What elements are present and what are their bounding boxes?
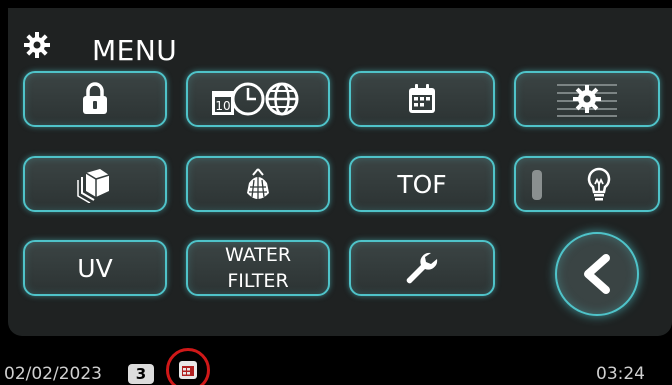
title-bar: MENU [8, 8, 672, 67]
lock-icon [83, 82, 107, 114]
uv-button[interactable]: UV [23, 240, 167, 296]
calendar-clock-globe-icon: 10 [212, 82, 299, 116]
status-time: 03:24 PM [596, 364, 645, 385]
svg-text:10: 10 [215, 99, 230, 113]
resin-bag-icon [247, 168, 269, 199]
service-button[interactable] [349, 240, 495, 296]
back-button[interactable] [555, 232, 639, 316]
display-settings-button[interactable] [514, 71, 660, 127]
status-date: 02/02/2023 [4, 364, 102, 384]
gear-icon [24, 32, 50, 58]
water-filter-button[interactable]: WATER FILTER [186, 240, 330, 296]
page-title: MENU [92, 34, 178, 67]
uv-label: UV [77, 253, 113, 283]
calendar-alert-button[interactable] [166, 348, 210, 385]
lamp-button[interactable] [514, 156, 660, 212]
lightbulb-icon [587, 167, 611, 201]
resin-button[interactable] [186, 156, 330, 212]
menu-panel: MENU 10 TOF UV WATER FILTER [8, 8, 672, 336]
chevron-left-icon [584, 254, 610, 294]
calendar-alert-icon [179, 361, 197, 379]
wrench-icon [406, 252, 438, 284]
water-filter-label-line1: WATER [224, 244, 292, 266]
water-filter-label-line2: FILTER [227, 270, 289, 292]
tof-label: TOF [397, 169, 447, 199]
tof-button[interactable]: TOF [349, 156, 495, 212]
sample-cube-button[interactable] [23, 156, 167, 212]
lamp-indicator [532, 170, 542, 200]
water-filter-label: WATER FILTER [225, 242, 291, 294]
calendar-icon [409, 84, 435, 113]
calendar-button[interactable] [349, 71, 495, 127]
notification-count-badge[interactable]: 3 [128, 364, 154, 384]
lock-button[interactable] [23, 71, 167, 127]
gear-lines-icon [557, 84, 617, 117]
datetime-region-button[interactable]: 10 [186, 71, 330, 127]
cube-icon [77, 169, 110, 203]
